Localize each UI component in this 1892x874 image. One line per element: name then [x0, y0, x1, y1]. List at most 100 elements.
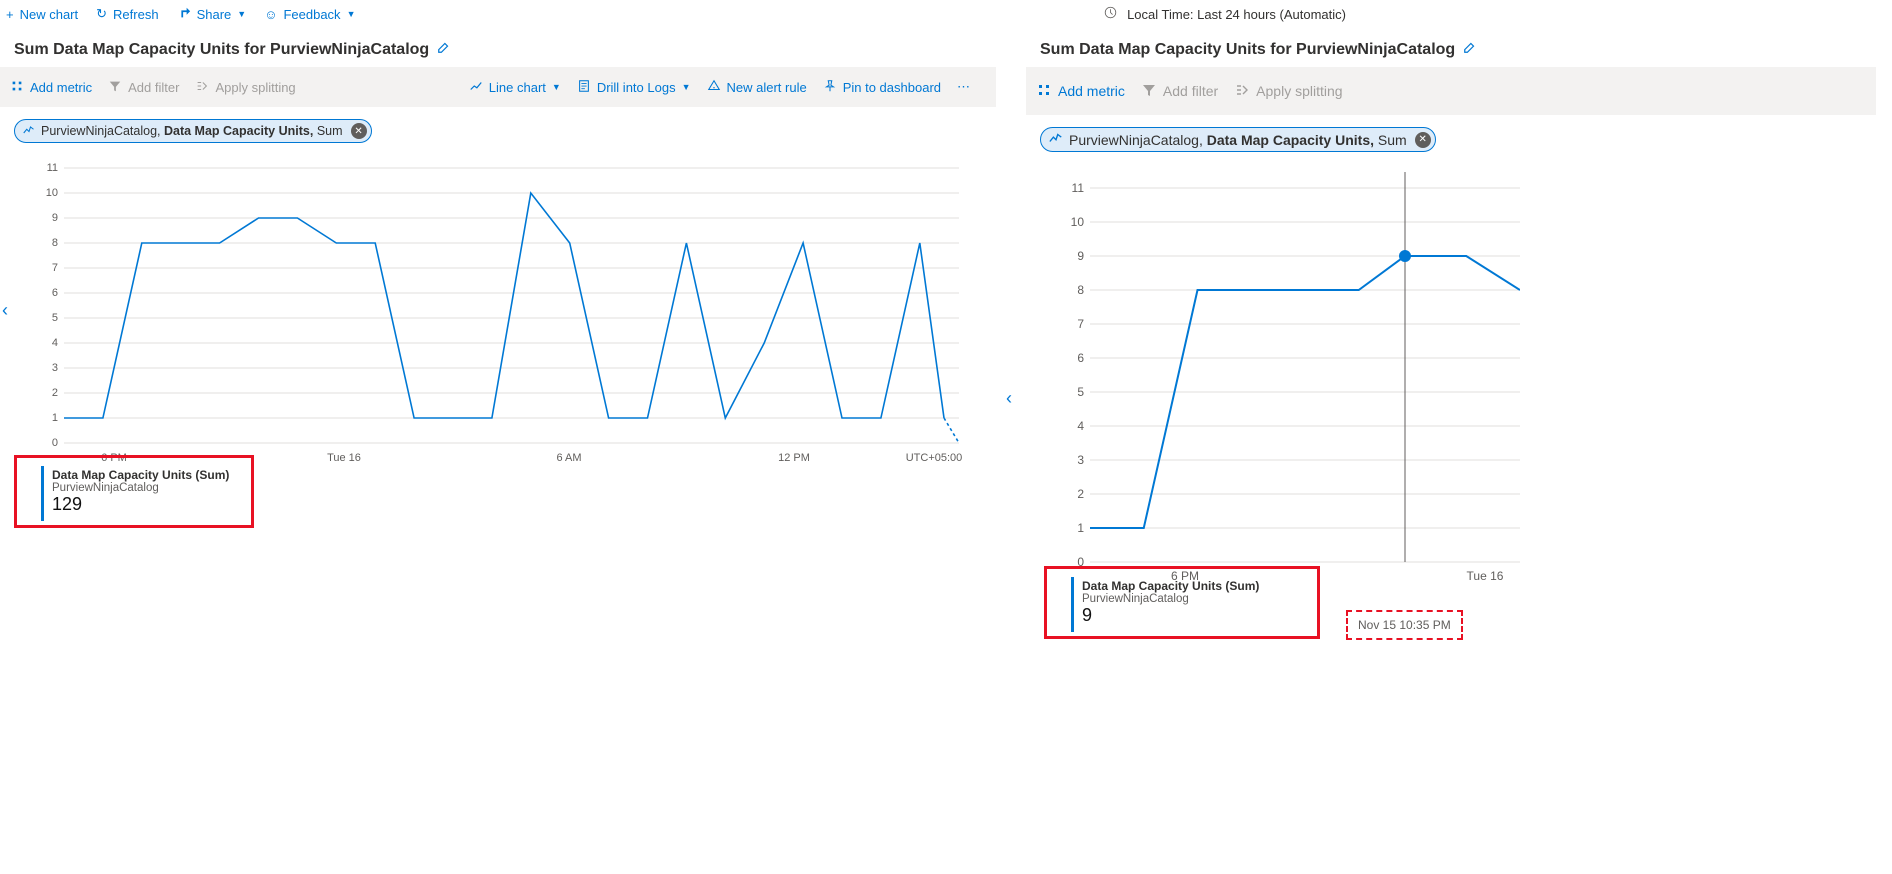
- remove-tag-icon[interactable]: ✕: [351, 123, 367, 139]
- y-tick: 2: [1077, 487, 1084, 501]
- metric-icon: [23, 124, 35, 139]
- legend-value: 129: [52, 494, 229, 515]
- left-chart[interactable]: 0 1 2 3 4 5 6 7 8 9 10 11 6 PM Tue 16 6 …: [14, 153, 974, 473]
- pin-icon: [823, 79, 837, 96]
- y-tick: 11: [1072, 181, 1085, 195]
- share-icon: [177, 6, 191, 23]
- chart-title: Sum Data Map Capacity Units for PurviewN…: [1040, 41, 1455, 59]
- add-metric-label: Add metric: [30, 80, 92, 95]
- chevron-down-icon: ▼: [237, 9, 246, 19]
- drill-logs-label: Drill into Logs: [597, 80, 676, 95]
- filter-icon: [108, 79, 122, 96]
- metric-tag[interactable]: PurviewNinjaCatalog, Data Map Capacity U…: [14, 119, 372, 143]
- add-metric-icon: [1036, 82, 1052, 101]
- chevron-down-icon: ▼: [347, 9, 356, 19]
- top-toolbar: + New chart ↻ Refresh Share ▼ ☺ Feedback…: [0, 0, 1892, 28]
- collapse-left-icon[interactable]: ‹: [1006, 388, 1012, 409]
- y-tick: 7: [52, 262, 58, 274]
- tag-agg: Sum: [1378, 132, 1407, 148]
- share-label: Share: [197, 7, 232, 22]
- splitting-icon: [195, 79, 209, 96]
- left-panel: Sum Data Map Capacity Units for PurviewN…: [0, 28, 1000, 874]
- refresh-icon: ↻: [96, 6, 107, 22]
- chart-legend[interactable]: Data Map Capacity Units (Sum) PurviewNin…: [41, 466, 247, 521]
- add-metric-icon: [10, 79, 24, 96]
- legend-value: 9: [1082, 605, 1259, 626]
- y-tick: 6: [52, 287, 58, 299]
- add-metric-label: Add metric: [1058, 83, 1125, 99]
- chart-toolbar: Add metric Add filter Apply splitting: [1026, 67, 1876, 115]
- tag-metric: Data Map Capacity Units: [164, 124, 310, 138]
- add-metric-button[interactable]: Add metric: [10, 79, 92, 96]
- legend-title: Data Map Capacity Units (Sum): [52, 468, 229, 482]
- new-alert-button[interactable]: New alert rule: [707, 79, 807, 96]
- clock-icon: [1104, 6, 1117, 22]
- edit-title-icon[interactable]: [1463, 40, 1477, 59]
- hover-tooltip: Nov 15 10:35 PM: [1346, 610, 1463, 640]
- apply-splitting-button[interactable]: Apply splitting: [195, 79, 295, 96]
- legend-highlight-box: Data Map Capacity Units (Sum) PurviewNin…: [1044, 566, 1320, 639]
- line-chart-icon: [469, 79, 483, 96]
- share-button[interactable]: Share ▼: [177, 6, 247, 23]
- apply-splitting-label: Apply splitting: [1256, 83, 1342, 99]
- y-tick: 9: [1077, 249, 1084, 263]
- y-tick: 9: [52, 212, 58, 224]
- tag-metric: Data Map Capacity Units: [1207, 132, 1370, 148]
- y-tick: 0: [52, 437, 58, 449]
- time-range-picker[interactable]: Local Time: Last 24 hours (Automatic): [1104, 6, 1346, 22]
- chart-line-dashed: [944, 418, 959, 443]
- add-filter-button[interactable]: Add filter: [108, 79, 179, 96]
- new-chart-button[interactable]: + New chart: [6, 7, 78, 22]
- x-tick: Tue 16: [1467, 569, 1504, 582]
- line-chart-button[interactable]: Line chart ▼: [469, 79, 561, 96]
- x-tick: Tue 16: [327, 452, 361, 464]
- refresh-label: Refresh: [113, 7, 159, 22]
- metric-tag[interactable]: PurviewNinjaCatalog, Data Map Capacity U…: [1040, 127, 1436, 152]
- smiley-icon: ☺: [264, 7, 277, 22]
- y-tick: 3: [52, 362, 58, 374]
- y-tick: 5: [52, 312, 58, 324]
- x-tick: 12 PM: [778, 452, 810, 464]
- splitting-icon: [1234, 82, 1250, 101]
- feedback-button[interactable]: ☺ Feedback ▼: [264, 7, 355, 22]
- new-alert-label: New alert rule: [727, 80, 807, 95]
- filter-icon: [1141, 82, 1157, 101]
- chevron-down-icon: ▼: [552, 82, 561, 92]
- apply-splitting-button[interactable]: Apply splitting: [1234, 82, 1342, 101]
- plus-icon: +: [6, 7, 14, 22]
- edit-title-icon[interactable]: [437, 40, 451, 59]
- alert-icon: [707, 79, 721, 96]
- y-tick: 5: [1077, 385, 1084, 399]
- tag-resource: PurviewNinjaCatalog: [41, 124, 157, 138]
- pin-label: Pin to dashboard: [843, 80, 941, 95]
- collapse-left-icon[interactable]: ‹: [2, 300, 8, 321]
- drill-logs-button[interactable]: Drill into Logs ▼: [577, 79, 691, 96]
- pin-button[interactable]: Pin to dashboard: [823, 79, 941, 96]
- add-filter-button[interactable]: Add filter: [1141, 82, 1218, 101]
- y-tick: 8: [1077, 283, 1084, 297]
- y-tick: 4: [1077, 419, 1084, 433]
- more-button[interactable]: ⋯: [957, 79, 970, 95]
- chart-line: [64, 193, 944, 418]
- legend-sub: PurviewNinjaCatalog: [1082, 593, 1259, 605]
- y-tick: 10: [1071, 215, 1085, 229]
- remove-tag-icon[interactable]: ✕: [1415, 132, 1431, 148]
- x-tick: 6 AM: [556, 452, 581, 464]
- y-tick: 1: [52, 412, 58, 424]
- legend-highlight-box: Data Map Capacity Units (Sum) PurviewNin…: [14, 455, 254, 528]
- hover-date-label: Nov 15 10:35 PM: [1358, 618, 1451, 632]
- tag-agg: Sum: [317, 124, 343, 138]
- chevron-down-icon: ▼: [682, 82, 691, 92]
- tag-resource: PurviewNinjaCatalog: [1069, 132, 1199, 148]
- right-chart[interactable]: 0 1 2 3 4 5 6 7 8 9 10 11 6 PM Tue 16: [1040, 162, 1520, 582]
- y-tick: 6: [1077, 351, 1084, 365]
- chart-title: Sum Data Map Capacity Units for PurviewN…: [14, 41, 429, 59]
- add-metric-button[interactable]: Add metric: [1036, 82, 1125, 101]
- legend-sub: PurviewNinjaCatalog: [52, 482, 229, 494]
- chart-legend[interactable]: Data Map Capacity Units (Sum) PurviewNin…: [1071, 577, 1277, 632]
- refresh-button[interactable]: ↻ Refresh: [96, 6, 158, 22]
- y-tick: 7: [1077, 317, 1084, 331]
- add-filter-label: Add filter: [1163, 83, 1218, 99]
- y-tick: 1: [1077, 521, 1084, 535]
- apply-splitting-label: Apply splitting: [215, 80, 295, 95]
